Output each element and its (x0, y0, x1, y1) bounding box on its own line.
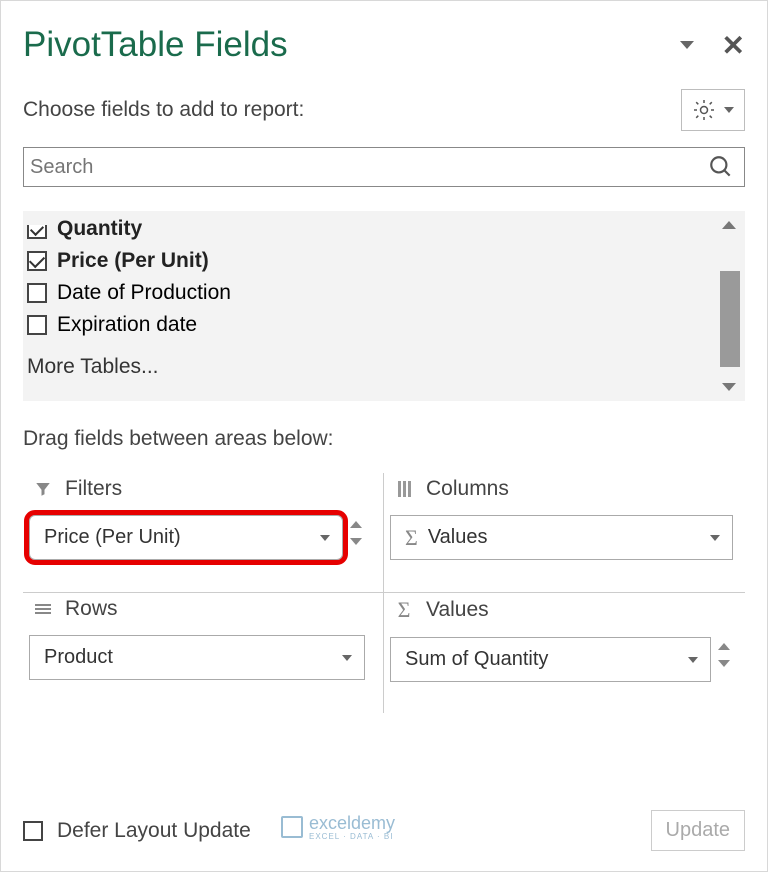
values-spinner[interactable] (715, 637, 733, 667)
values-dropdown[interactable]: Sum of Quantity (390, 637, 711, 682)
footer: Defer Layout Update Update (23, 810, 745, 851)
scroll-down-icon[interactable] (722, 383, 736, 391)
chevron-down-icon (320, 535, 330, 541)
values-area[interactable]: Σ Values Sum of Quantity (384, 593, 745, 713)
values-label: Values (426, 598, 489, 622)
spinner-up-icon[interactable] (350, 521, 362, 528)
filters-label: Filters (65, 477, 122, 501)
fields-list[interactable]: Quantity Price (Per Unit) Date of Produc… (23, 211, 745, 401)
rows-item: Product (44, 646, 113, 669)
header-controls: ✕ (680, 29, 745, 62)
spinner-down-icon[interactable] (718, 660, 730, 667)
settings-button[interactable] (681, 89, 745, 131)
collapse-icon[interactable] (680, 41, 694, 49)
checkbox-checked[interactable] (27, 225, 47, 239)
field-row[interactable]: Price (Per Unit) (25, 245, 735, 277)
pivottable-fields-pane: PivotTable Fields ✕ Choose fields to add… (0, 0, 768, 872)
defer-layout-checkbox[interactable]: Defer Layout Update (23, 819, 251, 843)
rows-icon (33, 604, 53, 614)
choose-fields-label: Choose fields to add to report: (23, 98, 304, 122)
field-label: Date of Production (57, 281, 231, 305)
pane-title: PivotTable Fields (23, 25, 288, 65)
values-dropdown-wrap: Sum of Quantity (390, 637, 733, 682)
checkbox-unchecked[interactable] (27, 315, 47, 335)
filters-area[interactable]: Filters Price (Per Unit) (23, 473, 384, 593)
drag-hint-label: Drag fields between areas below: (23, 427, 745, 451)
sigma-icon: Σ (405, 525, 418, 551)
rows-area[interactable]: Rows Product (23, 593, 384, 713)
checkbox-unchecked[interactable] (27, 283, 47, 303)
filter-icon (33, 480, 53, 498)
field-row[interactable]: Expiration date (25, 309, 735, 341)
scrollbar-thumb[interactable] (720, 271, 740, 367)
values-item: Sum of Quantity (405, 648, 548, 671)
field-label: Quantity (57, 217, 142, 241)
columns-dropdown[interactable]: Σ Values (390, 515, 733, 560)
columns-label: Columns (426, 477, 509, 501)
chevron-down-icon (724, 107, 734, 113)
header: PivotTable Fields ✕ (23, 25, 745, 65)
gear-icon (692, 98, 716, 122)
search-box[interactable] (23, 147, 745, 187)
subheader: Choose fields to add to report: (23, 89, 745, 131)
more-tables-link[interactable]: More Tables... (25, 341, 735, 383)
area-header-values: Σ Values (390, 597, 733, 623)
columns-area[interactable]: Columns Σ Values (384, 473, 745, 593)
filters-item: Price (Per Unit) (44, 526, 181, 549)
checkbox-unchecked[interactable] (23, 821, 43, 841)
columns-icon (394, 481, 414, 497)
chevron-down-icon (710, 535, 720, 541)
search-icon (708, 154, 734, 180)
defer-label: Defer Layout Update (57, 819, 251, 843)
area-header-filters: Filters (29, 477, 365, 501)
rows-label: Rows (65, 597, 118, 621)
filters-spinner[interactable] (347, 515, 365, 545)
area-header-rows: Rows (29, 597, 365, 621)
sigma-icon: Σ (394, 597, 414, 623)
search-input[interactable] (28, 155, 708, 180)
update-button[interactable]: Update (651, 810, 746, 851)
field-row[interactable]: Quantity (25, 213, 735, 245)
field-row[interactable]: Date of Production (25, 277, 735, 309)
field-label: Price (Per Unit) (57, 249, 209, 273)
filters-dropdown[interactable]: Price (Per Unit) (29, 515, 343, 560)
checkbox-checked[interactable] (27, 251, 47, 271)
spinner-down-icon[interactable] (350, 538, 362, 545)
columns-item: Values (428, 526, 488, 549)
field-label: Expiration date (57, 313, 197, 337)
chevron-down-icon (342, 655, 352, 661)
spinner-up-icon[interactable] (718, 643, 730, 650)
close-icon[interactable]: ✕ (722, 29, 745, 62)
chevron-down-icon (688, 657, 698, 663)
scroll-up-icon[interactable] (722, 221, 736, 229)
rows-dropdown[interactable]: Product (29, 635, 365, 680)
filters-dropdown-wrap: Price (Per Unit) (29, 515, 365, 560)
areas-grid: Filters Price (Per Unit) Columns (23, 473, 745, 713)
area-header-columns: Columns (390, 477, 733, 501)
